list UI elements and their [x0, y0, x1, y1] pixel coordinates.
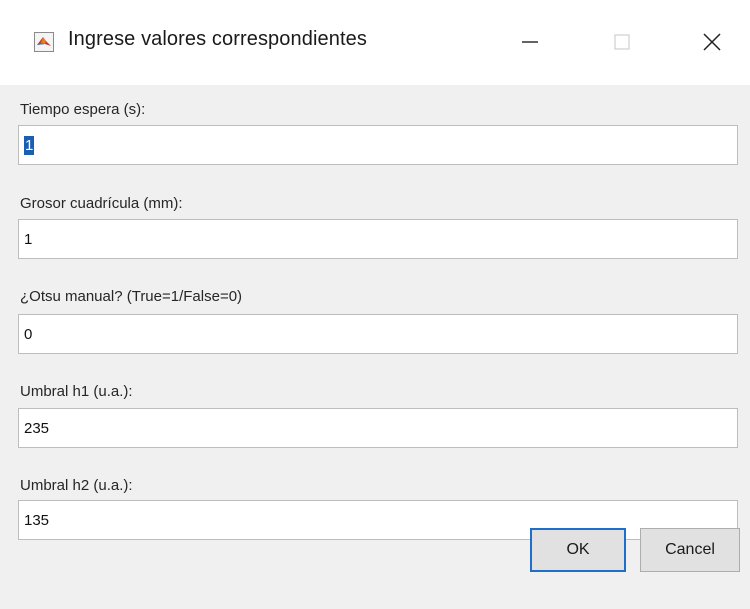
umbral-h1-input[interactable]: 235	[18, 408, 738, 448]
ok-button[interactable]: OK	[530, 528, 626, 572]
grosor-cuadricula-value: 1	[24, 230, 33, 248]
tiempo-espera-label: Tiempo espera (s):	[20, 101, 146, 118]
minimize-button[interactable]	[500, 20, 560, 64]
matlab-logo-icon	[34, 32, 54, 52]
umbral-h1-value: 235	[24, 419, 50, 437]
otsu-manual-label: ¿Otsu manual? (True=1/False=0)	[20, 288, 243, 305]
input-dialog-window: Ingrese valores correspondientes Tiempo …	[0, 0, 750, 609]
otsu-manual-value: 0	[24, 325, 33, 343]
maximize-icon	[614, 34, 630, 50]
umbral-h2-value: 135	[24, 511, 50, 529]
tiempo-espera-input[interactable]: 1	[18, 125, 738, 165]
grosor-cuadricula-input[interactable]: 1	[18, 219, 738, 259]
title-bar[interactable]: Ingrese valores correspondientes	[0, 0, 750, 85]
umbral-h2-label: Umbral h2 (u.a.):	[20, 477, 133, 494]
minimize-icon	[522, 41, 538, 43]
umbral-h2-input[interactable]: 135	[18, 500, 738, 540]
otsu-manual-input[interactable]: 0	[18, 314, 738, 354]
tiempo-espera-value: 1	[24, 135, 35, 155]
umbral-h1-label: Umbral h1 (u.a.):	[20, 383, 133, 400]
close-icon	[703, 33, 721, 51]
cancel-button[interactable]: Cancel	[640, 528, 740, 572]
window-title: Ingrese valores correspondientes	[68, 28, 367, 50]
maximize-button[interactable]	[592, 20, 652, 64]
grosor-cuadricula-label: Grosor cuadrícula (mm):	[20, 195, 183, 212]
dialog-content: Tiempo espera (s): 1 Grosor cuadrícula (…	[0, 85, 750, 609]
close-button[interactable]	[682, 20, 742, 64]
